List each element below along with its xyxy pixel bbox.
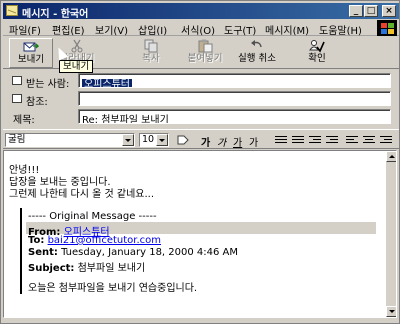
to-field[interactable]: 오피스튜터 bbox=[78, 73, 391, 88]
align-right-icon[interactable] bbox=[380, 135, 392, 145]
underline-button[interactable]: 가 bbox=[233, 134, 242, 149]
scroll-up-icon[interactable] bbox=[386, 151, 396, 162]
maximize-button[interactable]: □ bbox=[364, 5, 378, 17]
to-recipient[interactable]: 오피스튜터 bbox=[82, 79, 132, 87]
chevron-down-icon[interactable] bbox=[122, 134, 134, 146]
minimize-button[interactable]: _ bbox=[349, 5, 363, 17]
sent-value: Tuesday, January 18, 2000 4:46 AM bbox=[61, 247, 239, 258]
font-size-value: 10 bbox=[142, 134, 155, 145]
copy-label: 복사 bbox=[142, 53, 160, 64]
scroll-down-icon[interactable] bbox=[386, 306, 396, 317]
copy-button[interactable]: 복사 bbox=[129, 38, 173, 68]
subject-key: Subject: bbox=[28, 263, 75, 274]
quote-sent: Sent: Tuesday, January 18, 2000 4:46 AM bbox=[28, 247, 238, 258]
numbered-list-icon[interactable] bbox=[275, 135, 287, 145]
font-size-select[interactable]: 10 bbox=[139, 133, 169, 147]
quote-body: 오늘은 첨부파일을 보내기 연습중입니다. bbox=[28, 283, 198, 294]
status-bar bbox=[3, 319, 399, 323]
send-label: 보내기 bbox=[17, 54, 45, 65]
to-label: 받는 사람: bbox=[26, 79, 70, 90]
menu-bar: 파일(F) 편집(E) 보기(V) 삽입(I) 서식(O) 도구(T) 메시지(… bbox=[3, 20, 399, 37]
style-tag-icon[interactable] bbox=[177, 135, 189, 145]
undo-button[interactable]: 실행 취소 bbox=[235, 38, 279, 68]
subject-value: 첨부파일 보내기 bbox=[77, 263, 146, 274]
quote-bar bbox=[20, 208, 22, 294]
check-names-label: 확인 bbox=[308, 53, 326, 64]
menu-insert[interactable]: 삽입(I) bbox=[138, 22, 167, 37]
subject-field[interactable]: Re: 첨부파일 보내기 bbox=[78, 109, 391, 124]
subject-row: 제목: Re: 첨부파일 보내기 bbox=[3, 108, 399, 126]
close-button[interactable]: × bbox=[382, 5, 396, 17]
quote-header: ----- Original Message ----- bbox=[28, 211, 157, 222]
chevron-down-icon[interactable] bbox=[156, 134, 168, 146]
to-link[interactable]: bai21@officetutor.com bbox=[48, 235, 161, 246]
sent-key: Sent: bbox=[28, 247, 58, 258]
paste-icon bbox=[197, 39, 213, 53]
windows-logo-icon bbox=[377, 20, 397, 36]
send-icon bbox=[23, 40, 40, 54]
envelope-icon bbox=[6, 5, 18, 16]
send-button[interactable]: 보내기 bbox=[9, 38, 53, 68]
check-names-button[interactable]: 확인 bbox=[295, 38, 339, 68]
scissors-icon bbox=[69, 39, 85, 53]
font-select[interactable]: 굴림 bbox=[5, 133, 135, 147]
subject-label: 제목: bbox=[13, 115, 35, 126]
send-tooltip: 보내기 bbox=[59, 60, 94, 73]
align-center-icon[interactable] bbox=[363, 135, 375, 145]
quote-subject: Subject: 첨부파일 보내기 bbox=[28, 259, 145, 274]
italic-button[interactable]: 가 bbox=[217, 134, 226, 149]
font-color-button[interactable]: 가 bbox=[249, 134, 258, 149]
menu-help[interactable]: 도움말(H) bbox=[319, 22, 362, 37]
check-names-icon bbox=[309, 39, 325, 53]
message-window: 메시지 - 한국어 _ □ × 파일(F) 편집(E) 보기(V) 삽입(I) … bbox=[0, 0, 400, 324]
bullet-list-icon[interactable] bbox=[292, 135, 304, 145]
increase-indent-icon[interactable] bbox=[326, 135, 338, 145]
copy-icon bbox=[143, 39, 159, 53]
title-bar[interactable]: 메시지 - 한국어 _ □ × bbox=[3, 3, 399, 20]
to-key: To: bbox=[28, 235, 45, 246]
font-value: 굴림 bbox=[8, 134, 26, 145]
cc-field[interactable] bbox=[78, 91, 391, 106]
paste-label: 붙여넣기 bbox=[187, 53, 223, 64]
menu-edit[interactable]: 편집(E) bbox=[52, 22, 85, 37]
cc-label: 참조: bbox=[26, 97, 48, 108]
menu-tools[interactable]: 도구(T) bbox=[224, 22, 256, 37]
format-bar: 굴림 10 가 가 가 가 bbox=[3, 129, 399, 149]
paste-button[interactable]: 붙여넣기 bbox=[183, 38, 227, 68]
vertical-scrollbar[interactable] bbox=[386, 151, 396, 317]
bold-button[interactable]: 가 bbox=[201, 134, 210, 149]
undo-icon bbox=[249, 39, 265, 53]
menu-view[interactable]: 보기(V) bbox=[95, 22, 128, 37]
menu-format[interactable]: 서식(O) bbox=[181, 22, 215, 37]
address-book-icon[interactable] bbox=[12, 76, 22, 85]
menu-message[interactable]: 메시지(M) bbox=[265, 22, 309, 37]
quote-to: To: bai21@officetutor.com bbox=[28, 235, 161, 246]
undo-label: 실행 취소 bbox=[238, 53, 276, 64]
address-book-icon[interactable] bbox=[12, 94, 22, 103]
body-line: 그런제 나한테 다시 올 것 같네요... bbox=[9, 189, 155, 200]
window-title: 메시지 - 한국어 bbox=[22, 9, 89, 20]
message-body[interactable]: 안녕!!! 답장을 보내는 중입니다. 그런제 나한테 다시 올 것 같네요..… bbox=[3, 150, 397, 318]
cc-row: 참조: bbox=[3, 90, 399, 108]
menu-file[interactable]: 파일(F) bbox=[9, 22, 41, 37]
align-left-icon[interactable] bbox=[346, 135, 358, 145]
to-row: 받는 사람: 오피스튜터 bbox=[3, 72, 399, 90]
decrease-indent-icon[interactable] bbox=[309, 135, 321, 145]
